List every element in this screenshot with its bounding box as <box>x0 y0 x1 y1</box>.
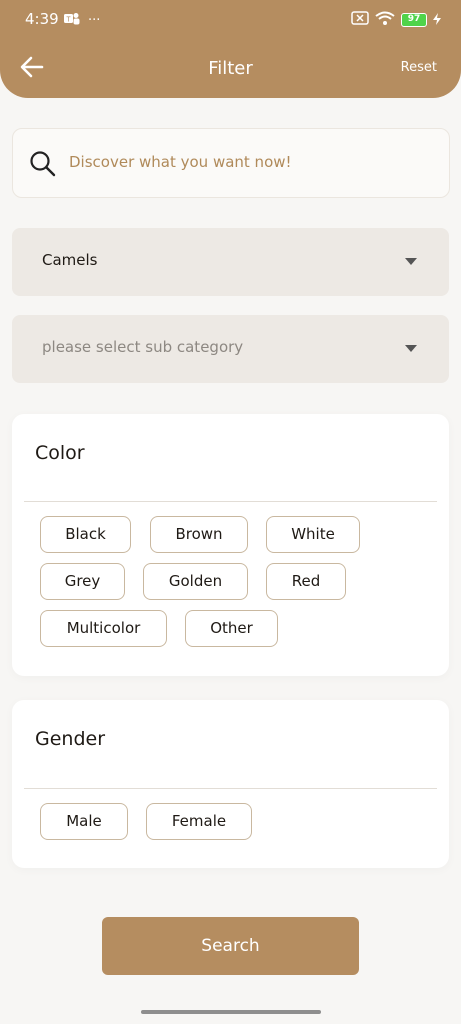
status-bar: 4:39 T ··· 97 <box>0 0 461 40</box>
no-sim-icon <box>351 10 369 29</box>
status-right-icons: 97 <box>351 10 441 29</box>
category-dropdown[interactable]: Camels <box>12 228 449 296</box>
gender-chip-male[interactable]: Male <box>40 803 128 840</box>
divider <box>24 788 437 789</box>
category-value: Camels <box>42 251 98 269</box>
status-left-icons: T ··· <box>64 11 100 30</box>
color-chip-black[interactable]: Black <box>40 516 131 553</box>
wifi-icon <box>375 10 395 29</box>
more-dots: ··· <box>88 13 101 28</box>
gender-chip-female[interactable]: Female <box>146 803 252 840</box>
sub-category-dropdown[interactable]: please select sub category <box>12 315 449 383</box>
gender-section-title: Gender <box>35 728 106 750</box>
home-indicator[interactable] <box>141 1010 321 1014</box>
color-chip-brown[interactable]: Brown <box>150 516 248 553</box>
search-button[interactable]: Search <box>102 917 359 975</box>
teams-icon: T <box>64 11 80 30</box>
color-section-title: Color <box>35 442 85 464</box>
charging-icon <box>433 10 441 29</box>
color-chip-white[interactable]: White <box>266 516 360 553</box>
color-filter-card: Color Black Brown White Grey Golden Red … <box>12 414 449 676</box>
search-icon <box>29 150 57 182</box>
search-input[interactable]: Discover what you want now! <box>12 128 450 198</box>
status-time: 4:39 <box>25 10 59 28</box>
search-placeholder: Discover what you want now! <box>69 153 292 171</box>
reset-button[interactable]: Reset <box>401 60 437 75</box>
color-chip-grey[interactable]: Grey <box>40 563 125 600</box>
page-title: Filter <box>208 58 253 79</box>
svg-text:T: T <box>66 17 71 24</box>
color-chip-multicolor[interactable]: Multicolor <box>40 610 167 647</box>
chevron-down-icon <box>405 258 417 265</box>
sub-category-placeholder: please select sub category <box>42 338 244 356</box>
color-chip-golden[interactable]: Golden <box>143 563 248 600</box>
color-chip-red[interactable]: Red <box>266 563 346 600</box>
header-bar: 4:39 T ··· 97 Filter Reset <box>0 0 461 98</box>
divider <box>24 501 437 502</box>
chevron-down-icon <box>405 345 417 352</box>
gender-filter-card: Gender Male Female <box>12 700 449 868</box>
color-chip-other[interactable]: Other <box>185 610 278 647</box>
battery-icon: 97 <box>401 12 427 27</box>
